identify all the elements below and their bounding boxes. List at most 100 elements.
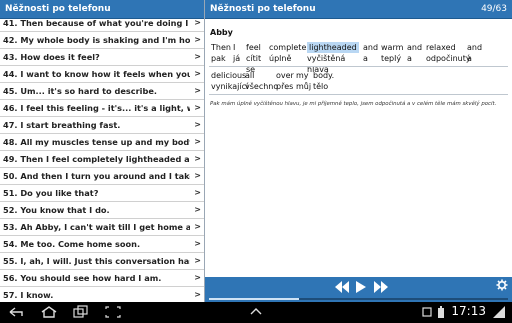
list-item-text: 41. Then because of what you're doing I …	[3, 18, 190, 28]
home-icon[interactable]	[40, 304, 58, 318]
divider	[209, 94, 508, 95]
sentence-detail-panel: Něžnosti po telefonu 49/63 Abby Then pak I…	[205, 0, 512, 302]
word-czech: vynikající	[211, 82, 249, 91]
word-pair[interactable]: my můj	[296, 70, 311, 92]
word-pair[interactable]: and a	[467, 42, 482, 64]
play-icon[interactable]	[355, 280, 367, 299]
word-czech: přes	[276, 82, 294, 91]
word-czech: teplý	[381, 54, 402, 63]
rewind-icon[interactable]	[334, 280, 350, 299]
app-window: Něžnosti po telefonu 41. Then because of…	[0, 0, 512, 302]
notification-icon[interactable]	[420, 304, 434, 318]
list-item[interactable]: 42. My whole body is shaking and I'm hol…	[0, 32, 204, 49]
list-item-text: 42. My whole body is shaking and I'm hol…	[3, 35, 190, 45]
sentence-list[interactable]: 41. Then because of what you're doing I …	[0, 15, 204, 302]
forward-icon[interactable]	[373, 280, 389, 299]
word-english: my	[296, 71, 309, 80]
word-czech: všechno	[245, 82, 279, 91]
word-english: over	[276, 71, 294, 80]
chevron-right-icon: >	[194, 273, 201, 282]
list-item[interactable]: 55. I, ah, I will. Just this conversatio…	[0, 253, 204, 270]
chevron-right-icon: >	[194, 205, 201, 214]
chevron-right-icon: >	[194, 86, 201, 95]
list-item[interactable]: 57. I know. >	[0, 287, 204, 302]
chevron-right-icon: >	[194, 256, 201, 265]
chevron-right-icon: >	[194, 35, 201, 44]
list-item-text: 53. Ah Abby, I can't wait till I get hom…	[3, 222, 190, 232]
word-czech: cítit se	[246, 54, 262, 74]
list-item-text: 50. And then I turn you around and I tak…	[3, 171, 190, 181]
chevron-right-icon: >	[194, 137, 201, 146]
list-item[interactable]: 47. I start breathing fast. >	[0, 117, 204, 134]
word-pair[interactable]: and a	[407, 42, 422, 64]
word-pair[interactable]: warm teplý	[381, 42, 403, 64]
word-pair[interactable]: all všechno	[245, 70, 278, 92]
list-item[interactable]: 48. All my muscles tense up and my body …	[0, 134, 204, 151]
list-item[interactable]: 44. I want to know how it feels when you…	[0, 66, 204, 83]
list-item-text: 47. I start breathing fast.	[3, 120, 121, 130]
word-english: Then	[211, 43, 231, 52]
back-icon[interactable]	[8, 304, 26, 318]
chevron-right-icon: >	[194, 154, 201, 163]
chevron-right-icon: >	[194, 222, 201, 231]
list-item-text: 45. Um... it's so hard to describe.	[3, 86, 158, 96]
playback-progress[interactable]	[209, 298, 508, 300]
word-czech: vyčištěná hlava	[307, 54, 346, 74]
list-item[interactable]: 49. Then I feel completely lightheaded a…	[0, 151, 204, 168]
word-czech: odpočinutý	[426, 54, 471, 63]
word-pair[interactable]: body. tělo	[313, 70, 334, 92]
list-item[interactable]: 56. You should see how hard I am. >	[0, 270, 204, 287]
chevron-right-icon: >	[194, 69, 201, 78]
divider	[209, 66, 508, 67]
signal-icon	[492, 304, 506, 318]
list-item-text: 51. Do you like that?	[3, 188, 99, 198]
menu-icon[interactable]	[248, 304, 264, 318]
word-english: and	[467, 43, 483, 52]
word-english: lightheaded	[307, 42, 359, 53]
list-item[interactable]: 54. Me too. Come home soon. >	[0, 236, 204, 253]
list-item[interactable]: 52. You know that I do. >	[0, 202, 204, 219]
word-english: all	[245, 71, 255, 80]
list-item-text: 54. Me too. Come home soon.	[3, 239, 141, 249]
list-item[interactable]: 51. Do you like that? >	[0, 185, 204, 202]
word-czech: a	[363, 54, 368, 63]
word-english: body.	[313, 71, 335, 80]
system-navigation-bar: 17:13	[0, 302, 512, 320]
list-item[interactable]: 46. I feel this feeling - it's... it's a…	[0, 100, 204, 117]
chevron-right-icon: >	[194, 171, 201, 180]
word-pair[interactable]: relaxed odpočinutý	[426, 42, 471, 64]
recent-apps-icon[interactable]	[72, 304, 90, 318]
detail-title: Něžnosti po telefonu	[210, 4, 316, 14]
list-item[interactable]: 53. Ah Abby, I can't wait till I get hom…	[0, 219, 204, 236]
chevron-right-icon: >	[194, 188, 201, 197]
word-pair[interactable]: and a	[363, 42, 378, 64]
list-item[interactable]: 45. Um... it's so hard to describe. >	[0, 83, 204, 100]
chevron-right-icon: >	[194, 290, 201, 299]
word-czech: můj	[296, 82, 312, 91]
list-item[interactable]: 50. And then I turn you around and I tak…	[0, 168, 204, 185]
word-pair[interactable]: over přes	[276, 70, 294, 92]
chevron-right-icon: >	[194, 18, 201, 27]
lesson-list-panel: Něžnosti po telefonu 41. Then because of…	[0, 0, 205, 302]
word-english: feel	[246, 43, 261, 52]
word-pair[interactable]: Then pak	[211, 42, 231, 64]
word-czech: pak	[211, 54, 226, 63]
word-pair[interactable]: delicious vynikající	[211, 70, 248, 92]
list-item-text: 46. I feel this feeling - it's... it's a…	[3, 103, 190, 113]
word-english: and	[407, 43, 423, 52]
screenshot-icon[interactable]	[104, 304, 122, 318]
chevron-right-icon: >	[194, 120, 201, 129]
word-pair[interactable]: Ijá	[233, 42, 240, 64]
list-item-text: 55. I, ah, I will. Just this conversatio…	[3, 256, 190, 266]
list-item[interactable]: 41. Then because of what you're doing I …	[0, 15, 204, 32]
translation-text: Pak mám úplně vyčištěnou hlavu, je mi př…	[210, 101, 497, 107]
gear-icon[interactable]	[496, 279, 508, 291]
word-czech: a	[407, 54, 412, 63]
speaker-name: Abby	[210, 28, 233, 37]
list-item-text: 57. I know.	[3, 290, 54, 300]
word-pair[interactable]: feel cítit se	[246, 42, 262, 74]
audio-player	[205, 277, 512, 302]
list-item[interactable]: 43. How does it feel? >	[0, 49, 204, 66]
word-english: relaxed	[426, 43, 456, 52]
word-pair[interactable]: lightheaded vyčištěná hlava	[307, 42, 359, 74]
